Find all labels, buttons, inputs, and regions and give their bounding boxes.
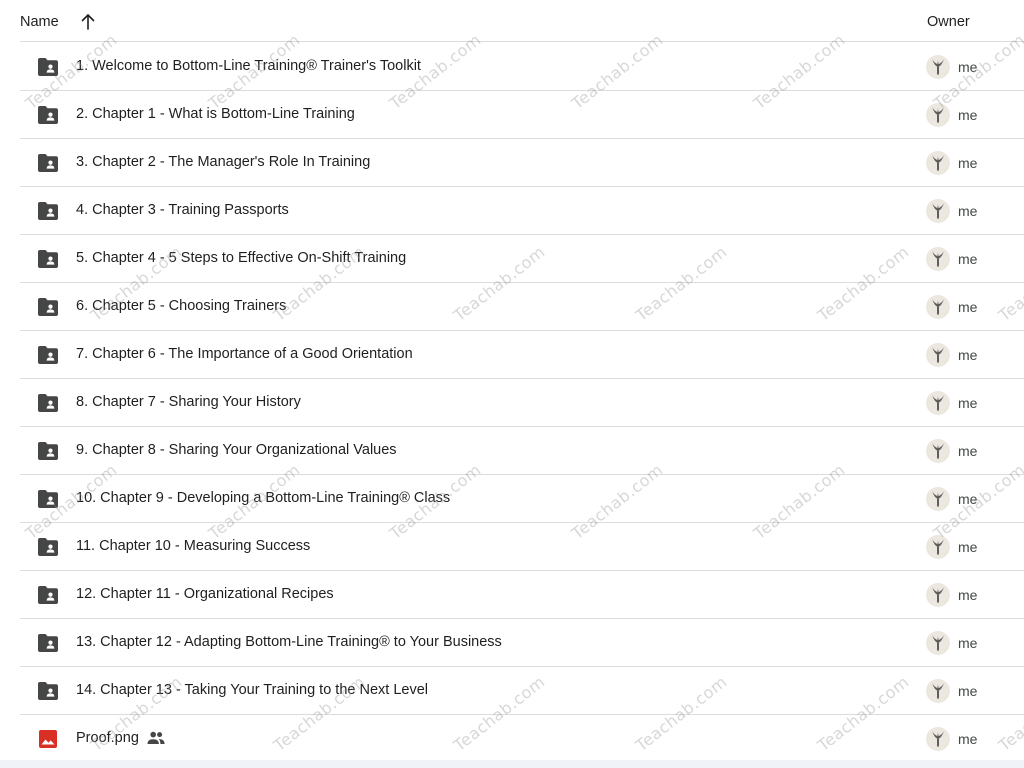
folder-row[interactable]: 1. Welcome to Bottom-Line Training® Trai…: [20, 43, 1024, 91]
drive-file-list-page: Name Owner 1. Welcome to Bottom-Line Tra…: [0, 0, 1024, 768]
owner-avatar: [926, 103, 950, 127]
name-column-header[interactable]: Name: [20, 14, 59, 30]
owner-avatar: [926, 631, 950, 655]
image-file-icon: [38, 730, 58, 748]
owner-avatar: [926, 487, 950, 511]
owner-name: me: [958, 299, 978, 315]
owner-avatar: [926, 583, 950, 607]
file-name: 2. Chapter 1 - What is Bottom-Line Train…: [76, 106, 355, 122]
owner-avatar: [926, 55, 950, 79]
owner-name: me: [958, 251, 978, 267]
folder-row[interactable]: 7. Chapter 6 - The Importance of a Good …: [20, 331, 1024, 379]
owner-name: me: [958, 395, 978, 411]
owner-avatar: [926, 247, 950, 271]
file-name: 9. Chapter 8 - Sharing Your Organization…: [76, 442, 397, 458]
folder-shared-icon: [38, 250, 58, 268]
arrow-upward-icon[interactable]: [78, 12, 98, 32]
owner-avatar: [926, 343, 950, 367]
file-name: Proof.png: [76, 730, 139, 746]
owner-name: me: [958, 155, 978, 171]
owner-name: me: [958, 587, 978, 603]
owner-name: me: [958, 539, 978, 555]
folder-row[interactable]: 3. Chapter 2 - The Manager's Role In Tra…: [20, 139, 1024, 187]
owner-name: me: [958, 347, 978, 363]
folder-shared-icon: [38, 442, 58, 460]
file-name: 5. Chapter 4 - 5 Steps to Effective On-S…: [76, 250, 407, 266]
owner-avatar: [926, 535, 950, 559]
folder-shared-icon: [38, 202, 58, 220]
folder-shared-icon: [38, 490, 58, 508]
folder-shared-icon: [38, 58, 58, 76]
file-name: 11. Chapter 10 - Measuring Success: [76, 538, 311, 554]
owner-column-header[interactable]: Owner: [927, 14, 970, 30]
owner-name: me: [958, 731, 978, 747]
owner-avatar: [926, 391, 950, 415]
folder-row[interactable]: 5. Chapter 4 - 5 Steps to Effective On-S…: [20, 235, 1024, 283]
folder-shared-icon: [38, 154, 58, 172]
file-name: 7. Chapter 6 - The Importance of a Good …: [76, 346, 413, 362]
owner-avatar: [926, 679, 950, 703]
folder-row[interactable]: 13. Chapter 12 - Adapting Bottom-Line Tr…: [20, 619, 1024, 667]
file-row[interactable]: Proof.png me: [20, 715, 1024, 762]
file-name: 14. Chapter 13 - Taking Your Training to…: [76, 682, 428, 698]
owner-name: me: [958, 203, 978, 219]
folder-shared-icon: [38, 682, 58, 700]
folder-row[interactable]: 2. Chapter 1 - What is Bottom-Line Train…: [20, 91, 1024, 139]
folder-shared-icon: [38, 346, 58, 364]
file-name: 4. Chapter 3 - Training Passports: [76, 202, 289, 218]
folder-row[interactable]: 8. Chapter 7 - Sharing Your History me: [20, 379, 1024, 427]
folder-row[interactable]: 12. Chapter 11 - Organizational Recipes m…: [20, 571, 1024, 619]
owner-name: me: [958, 491, 978, 507]
folder-shared-icon: [38, 634, 58, 652]
folder-row[interactable]: 10. Chapter 9 - Developing a Bottom-Line…: [20, 475, 1024, 523]
folder-shared-icon: [38, 538, 58, 556]
owner-name: me: [958, 59, 978, 75]
owner-name: me: [958, 635, 978, 651]
file-name: 8. Chapter 7 - Sharing Your History: [76, 394, 301, 410]
folder-shared-icon: [38, 586, 58, 604]
file-name: 3. Chapter 2 - The Manager's Role In Tra…: [76, 154, 371, 170]
folder-row[interactable]: 4. Chapter 3 - Training Passports me: [20, 187, 1024, 235]
owner-avatar: [926, 151, 950, 175]
file-name: 10. Chapter 9 - Developing a Bottom-Line…: [76, 490, 451, 506]
owner-name: me: [958, 683, 978, 699]
owner-avatar: [926, 199, 950, 223]
folder-row[interactable]: 11. Chapter 10 - Measuring Success me: [20, 523, 1024, 571]
owner-name: me: [958, 107, 978, 123]
folder-shared-icon: [38, 394, 58, 412]
folder-shared-icon: [38, 106, 58, 124]
file-name: 12. Chapter 11 - Organizational Recipes: [76, 586, 334, 602]
file-name: 1. Welcome to Bottom-Line Training® Trai…: [76, 58, 421, 74]
bottom-strip: [0, 760, 1024, 768]
folder-row[interactable]: 14. Chapter 13 - Taking Your Training to…: [20, 667, 1024, 715]
owner-avatar: [926, 727, 950, 751]
file-list: 1. Welcome to Bottom-Line Training® Trai…: [20, 43, 1024, 762]
folder-row[interactable]: 6. Chapter 5 - Choosing Trainers me: [20, 283, 1024, 331]
owner-name: me: [958, 443, 978, 459]
folder-row[interactable]: 9. Chapter 8 - Sharing Your Organization…: [20, 427, 1024, 475]
owner-avatar: [926, 439, 950, 463]
file-list-header: Name Owner: [20, 0, 1024, 42]
file-name: 6. Chapter 5 - Choosing Trainers: [76, 298, 287, 314]
people-icon: [147, 731, 165, 745]
file-name: 13. Chapter 12 - Adapting Bottom-Line Tr…: [76, 634, 502, 650]
owner-avatar: [926, 295, 950, 319]
folder-shared-icon: [38, 298, 58, 316]
